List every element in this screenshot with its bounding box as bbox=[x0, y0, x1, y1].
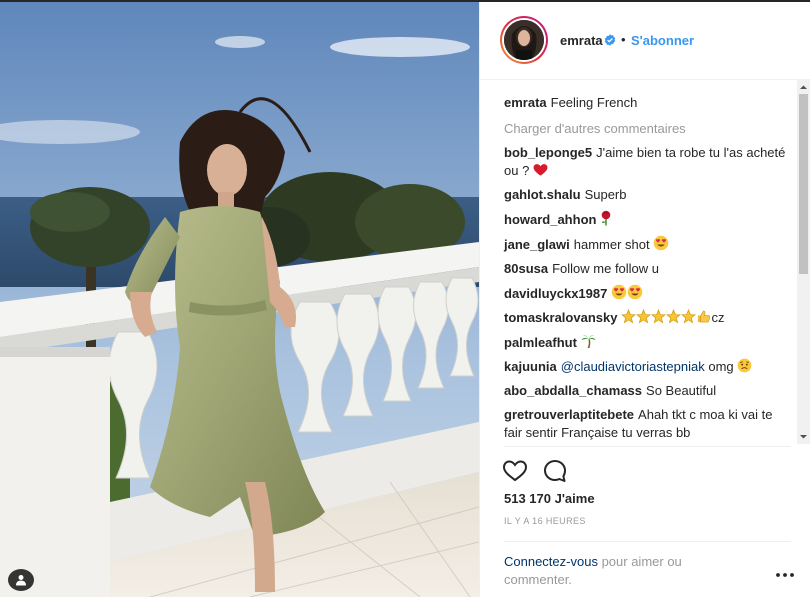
scroll-up-arrow-icon[interactable] bbox=[797, 83, 810, 92]
verified-badge-icon bbox=[604, 34, 616, 46]
speech-bubble-icon[interactable] bbox=[542, 458, 568, 484]
comment-text: Superb bbox=[584, 187, 627, 202]
comment-username[interactable]: tomaskralovansky bbox=[504, 310, 617, 325]
comment-item: howard_ahhon bbox=[504, 210, 791, 229]
load-more-comments-link[interactable]: Charger d'autres commentaires bbox=[504, 120, 791, 138]
comment-item: gahlot.shalu Superb bbox=[504, 186, 791, 204]
photo-illustration bbox=[0, 2, 479, 597]
comment-item: bob_leponge5 J'aime bien ta robe tu l'as … bbox=[504, 144, 791, 180]
divider bbox=[504, 541, 791, 542]
comment-username[interactable]: 80susa bbox=[504, 261, 548, 276]
comment-username[interactable]: palmleafhut bbox=[504, 335, 577, 350]
comment-item: abo_abdalla_chamass So Beautiful bbox=[504, 382, 791, 400]
comment-username[interactable]: kajuunia bbox=[504, 359, 557, 374]
user-tag-icon bbox=[16, 575, 26, 586]
comments-scrollbar[interactable] bbox=[797, 80, 810, 444]
comment-username[interactable]: abo_abdalla_chamass bbox=[504, 383, 642, 398]
header-username[interactable]: emrata bbox=[560, 33, 603, 48]
divider bbox=[504, 446, 791, 447]
comment-username[interactable]: gahlot.shalu bbox=[504, 187, 581, 202]
comment-username[interactable]: davidluyckx1987 bbox=[504, 286, 607, 301]
follow-button[interactable]: S'abonner bbox=[631, 33, 694, 48]
comment-text: cz bbox=[711, 310, 725, 325]
avatar-image bbox=[504, 20, 544, 60]
avatar[interactable] bbox=[500, 16, 548, 64]
emoji-rose-icon bbox=[600, 210, 612, 227]
comment-item: davidluyckx1987 bbox=[504, 284, 791, 303]
login-prompt: Connectez-vous pour aimer ou commenter. bbox=[504, 553, 734, 589]
emoji-sad-icon bbox=[737, 358, 752, 374]
caption: emrata Feeling French bbox=[504, 94, 791, 112]
comment-username[interactable]: gretrouverlaptitebete bbox=[504, 407, 634, 422]
comment-text: So Beautiful bbox=[646, 383, 717, 398]
comment-text: hammer shot bbox=[573, 237, 650, 252]
scrollbar-thumb[interactable] bbox=[799, 94, 808, 274]
post-side-panel: emrata • S'abonner emrata Feeling French … bbox=[479, 2, 810, 597]
login-link[interactable]: Connectez-vous bbox=[504, 554, 598, 569]
emoji-heart-icon bbox=[533, 163, 548, 178]
heart-outline-icon[interactable] bbox=[502, 458, 528, 484]
scroll-down-arrow-icon[interactable] bbox=[797, 432, 810, 441]
comment-item: 80susa Follow me follow u bbox=[504, 260, 791, 278]
caption-username[interactable]: emrata bbox=[504, 95, 547, 110]
likes-count[interactable]: 513 170 J'aime bbox=[504, 491, 595, 506]
post-timestamp: IL Y A 16 HEURES bbox=[504, 516, 586, 526]
comment-mention[interactable]: @claudiavictoriastepniak bbox=[561, 359, 705, 374]
emoji-palm-icon bbox=[581, 335, 596, 350]
comment-item: tomaskralovansky cz bbox=[504, 309, 791, 327]
instagram-post-modal: emrata • S'abonner emrata Feeling French … bbox=[0, 0, 810, 597]
comment-text: Follow me follow u bbox=[552, 261, 660, 276]
user-tag-button[interactable] bbox=[8, 569, 34, 591]
comment-item: kajuunia @claudiavictoriastepniak omg bbox=[504, 358, 791, 376]
post-header: emrata • S'abonner bbox=[480, 2, 810, 80]
post-photo bbox=[0, 2, 479, 597]
emoji-stars-thumb-icon bbox=[621, 309, 711, 325]
caption-text: Feeling French bbox=[550, 95, 638, 110]
comment-username[interactable]: howard_ahhon bbox=[504, 212, 596, 227]
more-dots-icon[interactable] bbox=[774, 568, 796, 582]
comments-list[interactable]: emrata Feeling French Charger d'autres co… bbox=[480, 80, 810, 446]
comment-username[interactable]: bob_leponge5 bbox=[504, 145, 592, 160]
comment-item: palmleafhut bbox=[504, 333, 791, 352]
emoji-heart-eyes-icon bbox=[653, 235, 669, 252]
emoji-heart-eyes-2-icon bbox=[611, 284, 643, 301]
comment-username[interactable]: jane_glawi bbox=[504, 237, 570, 252]
comment-item: gretrouverlaptitebete Ahah tkt c moa ki v… bbox=[504, 406, 791, 442]
comment-item: jane_glawi hammer shot bbox=[504, 235, 791, 254]
comment-text: omg bbox=[708, 359, 734, 374]
separator-dot: • bbox=[621, 32, 626, 47]
